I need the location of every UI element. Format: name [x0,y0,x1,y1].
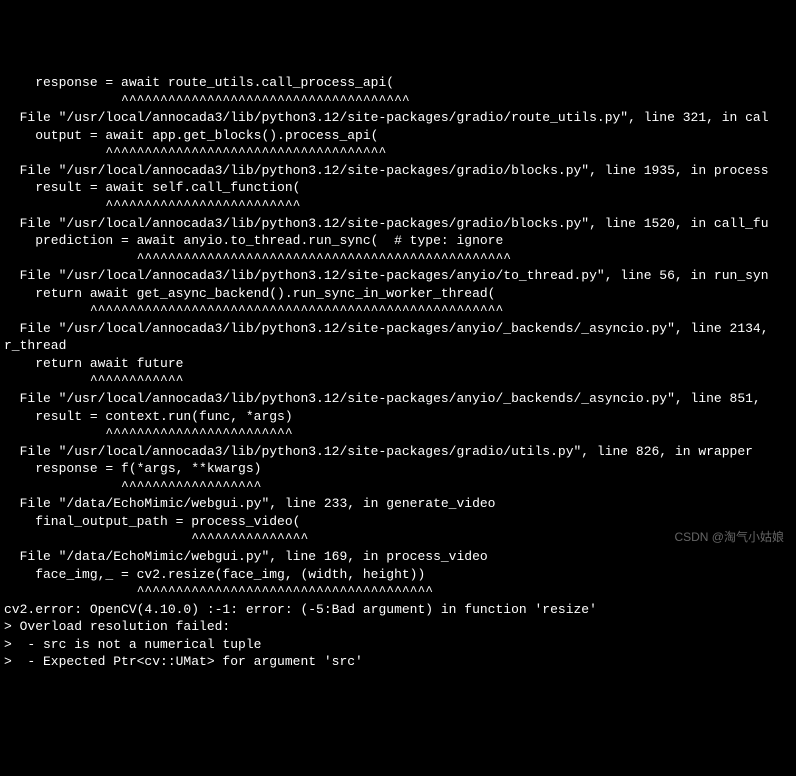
watermark: CSDN @淘气小姑娘 [674,529,784,545]
terminal-output: response = await route_utils.call_proces… [4,74,792,671]
